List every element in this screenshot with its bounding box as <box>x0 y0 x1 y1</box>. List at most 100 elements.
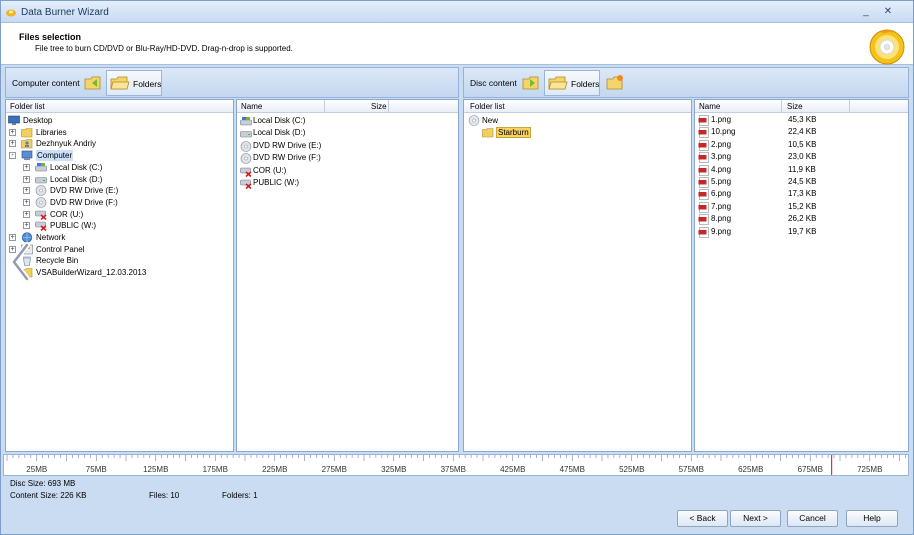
page-subtitle: File tree to burn CD/DVD or Blu-Ray/HD-D… <box>35 44 293 53</box>
file-size: 15,2 KB <box>788 201 817 211</box>
list-item[interactable]: 9.png 19,7 KB <box>698 226 903 238</box>
tree-item[interactable]: + Dezhnyuk Andriy <box>6 138 231 149</box>
expand-icon[interactable]: + <box>23 175 30 183</box>
list-item[interactable]: 7.png 15,2 KB <box>698 201 903 213</box>
file-size: 22,4 KB <box>788 127 817 137</box>
next-button[interactable]: Next > <box>730 510 781 527</box>
name-column-header[interactable]: Name <box>699 102 720 111</box>
folder-list-header: Folder list <box>464 100 691 113</box>
page-title: Files selection <box>19 32 82 42</box>
disc-size-text: Disc Size: 693 MB <box>10 479 76 488</box>
list-item[interactable]: 4.png 11,9 KB <box>698 164 903 176</box>
ruler-tick-label: 75MB <box>86 465 107 474</box>
dvd-drive-icon <box>240 140 252 152</box>
list-item[interactable]: 3.png 23,0 KB <box>698 151 903 163</box>
tree-item[interactable]: New <box>464 115 689 126</box>
tree-item-label: Libraries <box>36 127 67 137</box>
left-folders-tab[interactable]: Folders <box>106 70 162 96</box>
list-item[interactable]: 8.png 26,2 KB <box>698 213 903 225</box>
back-chevron-icon[interactable] <box>9 242 33 282</box>
tree-item[interactable]: + Network <box>6 232 231 243</box>
tree-item[interactable]: VSABuilderWizard_12.03.2013 <box>6 267 231 278</box>
tree-item[interactable]: + Control Panel <box>6 244 231 255</box>
ruler-tick-label: 475MB <box>560 465 585 474</box>
tree-item[interactable]: Recycle Bin <box>6 255 231 267</box>
list-item-name: Local Disk (D:) <box>253 128 306 138</box>
file-name: 1.png <box>711 115 732 124</box>
list-item[interactable]: 1.png 45,3 KB <box>698 114 903 126</box>
close-button[interactable]: ✕ <box>881 5 895 19</box>
list-item[interactable]: COR (U:) <box>240 165 455 177</box>
tree-item-label: DVD RW Drive (F:) <box>50 197 118 207</box>
tree-item-label: PUBLIC (W:) <box>50 221 97 231</box>
tree-item[interactable]: + COR (U:) <box>6 209 231 220</box>
tree-item[interactable]: + PUBLIC (W:) <box>6 220 231 232</box>
list-item[interactable]: 5.png 24,5 KB <box>698 176 903 188</box>
collapse-icon[interactable]: - <box>9 152 16 160</box>
folder-remove-icon <box>522 76 539 90</box>
back-button[interactable]: < Back <box>677 510 728 527</box>
desktop-icon <box>8 115 20 125</box>
list-item[interactable]: PUBLIC (W:) <box>240 177 455 189</box>
list-item[interactable]: 10.png 22,4 KB <box>698 126 903 139</box>
expand-icon[interactable]: + <box>23 198 30 206</box>
cancel-button[interactable]: Cancel <box>787 510 838 527</box>
disc-capacity-ruler: 25MB 75MB 125MB 175MB 225MB 275MB 325MB 375MB 42… <box>3 454 909 476</box>
size-column-header[interactable]: Size <box>787 102 803 111</box>
network-drive-disconnected-icon <box>240 179 252 189</box>
disc-file-list: Name Size 1.png 45,3 KB 10.png 22,4 KB 2.png… <box>694 99 909 452</box>
png-file-icon <box>698 226 709 238</box>
file-size: 24,5 KB <box>788 177 817 186</box>
file-name: 6.png <box>711 189 732 199</box>
expand-icon[interactable]: + <box>9 128 16 136</box>
tree-item[interactable]: + Local Disk (D:) <box>6 174 231 185</box>
list-item[interactable]: 2.png 10,5 KB <box>698 139 903 151</box>
expand-icon[interactable]: + <box>9 140 16 148</box>
burning-disc-logo-icon <box>869 29 905 65</box>
disc-content-label: Disc content <box>470 78 517 88</box>
file-size: 26,2 KB <box>788 214 817 224</box>
list-item[interactable]: Local Disk (D:) <box>240 127 455 139</box>
expand-icon[interactable]: + <box>23 187 30 195</box>
png-file-icon <box>698 189 709 201</box>
column-divider[interactable] <box>324 100 325 113</box>
column-divider[interactable] <box>849 100 850 113</box>
expand-icon[interactable]: + <box>23 163 30 171</box>
list-item[interactable]: DVD RW Drive (E:) <box>240 140 455 152</box>
list-item[interactable]: Local Disk (C:) <box>240 115 455 127</box>
add-to-disc-button[interactable] <box>80 70 104 96</box>
new-folder-button[interactable] <box>602 70 626 96</box>
tree-item[interactable]: - Computer <box>6 150 231 162</box>
folders-icon <box>548 76 568 90</box>
png-file-icon <box>698 214 709 225</box>
folder-list-title: Folder list <box>470 102 505 111</box>
wizard-header: Files selection File tree to burn CD/DVD… <box>1 23 913 65</box>
tree-item[interactable]: + DVD RW Drive (E:) <box>6 185 231 196</box>
list-item[interactable]: 6.png 17,3 KB <box>698 188 903 201</box>
tree-item[interactable]: + DVD RW Drive (F:) <box>6 197 231 208</box>
disk-icon <box>35 176 47 183</box>
ruler-tick-label: 625MB <box>738 465 763 474</box>
file-size: 10,5 KB <box>788 139 817 149</box>
png-file-icon <box>698 139 709 151</box>
ruler-tick-label: 225MB <box>262 465 287 474</box>
ruler-tick-label: 525MB <box>619 465 644 474</box>
expand-icon[interactable]: + <box>9 234 16 241</box>
file-size: 11,9 KB <box>788 164 816 174</box>
right-folders-tab[interactable]: Folders <box>544 70 600 96</box>
name-column-header[interactable]: Name <box>241 102 262 111</box>
tree-item[interactable]: Starburn <box>464 126 689 138</box>
ruler-tick-label: 125MB <box>143 465 168 474</box>
size-column-header[interactable]: Size <box>371 102 387 111</box>
tree-item[interactable]: + Local Disk (C:) <box>6 162 231 173</box>
list-item[interactable]: DVD RW Drive (F:) <box>240 152 455 164</box>
minimize-button[interactable]: _ <box>859 5 873 19</box>
column-divider[interactable] <box>781 100 782 113</box>
tree-item[interactable]: Desktop <box>6 115 231 126</box>
remove-from-disc-button[interactable] <box>518 70 542 96</box>
expand-icon[interactable]: + <box>23 210 30 218</box>
tree-item[interactable]: + Libraries <box>6 127 231 138</box>
expand-icon[interactable]: + <box>23 222 30 230</box>
help-button[interactable]: Help <box>846 510 898 527</box>
column-divider[interactable] <box>388 100 389 113</box>
